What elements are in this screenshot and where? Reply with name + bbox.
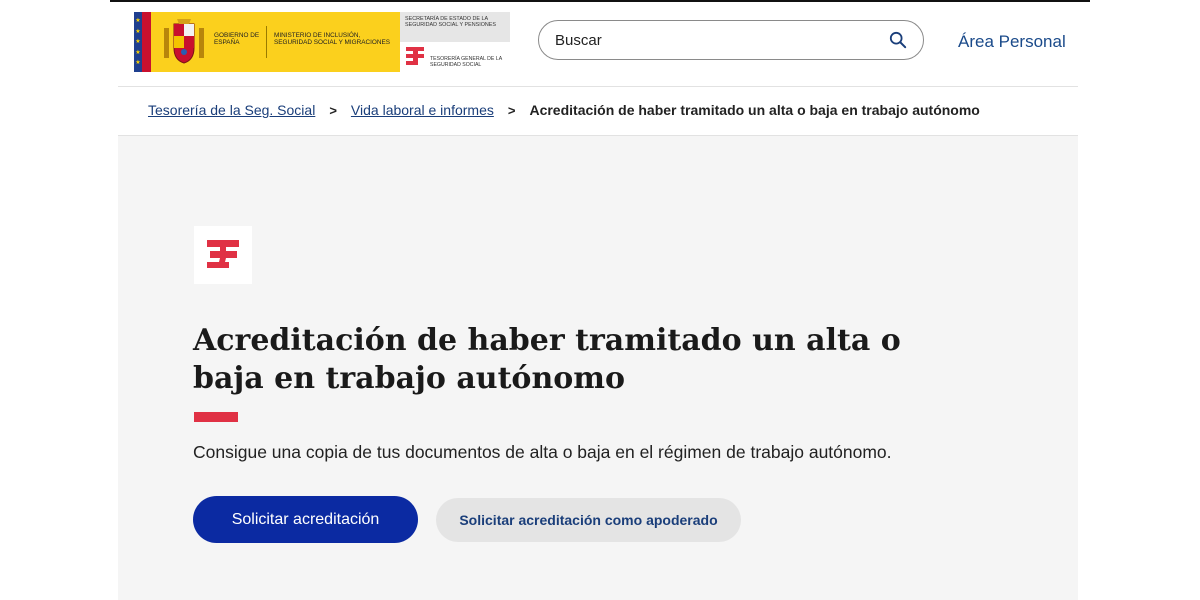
search-input[interactable] xyxy=(555,31,889,49)
tgss-mark-icon xyxy=(207,240,239,268)
search-icon[interactable] xyxy=(889,31,907,49)
secretaria-label: SECRETARÍA DE ESTADO DE LA SEGURIDAD SOC… xyxy=(400,12,510,42)
gobierno-label: GOBIERNO DE ESPAÑA xyxy=(214,32,260,46)
breadcrumb-separator: > xyxy=(507,102,516,118)
tgss-logo-icon xyxy=(194,226,252,284)
seguridad-social-logo: SECRETARÍA DE ESTADO DE LA SEGURIDAD SOC… xyxy=(400,12,510,72)
solicitar-apoderado-button[interactable]: Solicitar acreditación como apoderado xyxy=(436,498,741,542)
breadcrumb-separator: > xyxy=(329,102,337,118)
solicitar-acreditacion-button[interactable]: Solicitar acreditación xyxy=(193,496,418,543)
ministerio-label: MINISTERIO DE INCLUSIÓN, SEGURIDAD SOCIA… xyxy=(274,32,391,46)
breadcrumb-current: Acreditación de haber tramitado un alta … xyxy=(529,102,980,118)
page-title: Acreditación de haber tramitado un alta … xyxy=(193,323,901,396)
top-border xyxy=(110,0,1090,2)
spain-flag-strip xyxy=(142,12,151,72)
breadcrumb-link-tesoreria[interactable]: Tesorería de la Seg. Social xyxy=(148,102,315,118)
site-header: ★ ★ ★ ★ ★ GOBIERNO DE ESPAÑA MINISTERIO DE I… xyxy=(118,8,1078,88)
search-bar xyxy=(538,20,924,60)
tgss-logo-icon xyxy=(406,47,424,65)
header-divider xyxy=(118,86,1078,87)
gobierno-espana-logo: ★ ★ ★ ★ ★ GOBIERNO DE ESPAÑA MINISTERIO DE I… xyxy=(134,12,400,72)
page-description: Consigue una copia de tus documentos de … xyxy=(193,442,892,462)
government-logo[interactable]: ★ ★ ★ ★ ★ GOBIERNO DE ESPAÑA MINISTERIO DE I… xyxy=(134,12,510,72)
eu-flag-strip: ★ ★ ★ ★ ★ xyxy=(134,12,142,72)
title-accent-bar xyxy=(194,412,238,422)
area-personal-link[interactable]: Área Personal xyxy=(958,32,1066,52)
coat-of-arms-icon xyxy=(164,19,204,64)
breadcrumb: Tesorería de la Seg. Social > Vida labor… xyxy=(148,102,980,118)
hero-section: Acreditación de haber tramitado un alta … xyxy=(118,136,1078,600)
breadcrumb-link-vida-laboral[interactable]: Vida laboral e informes xyxy=(351,102,494,118)
tesoreria-label: TESORERÍA GENERAL DE LA SEGURIDAD SOCIAL xyxy=(430,56,502,68)
